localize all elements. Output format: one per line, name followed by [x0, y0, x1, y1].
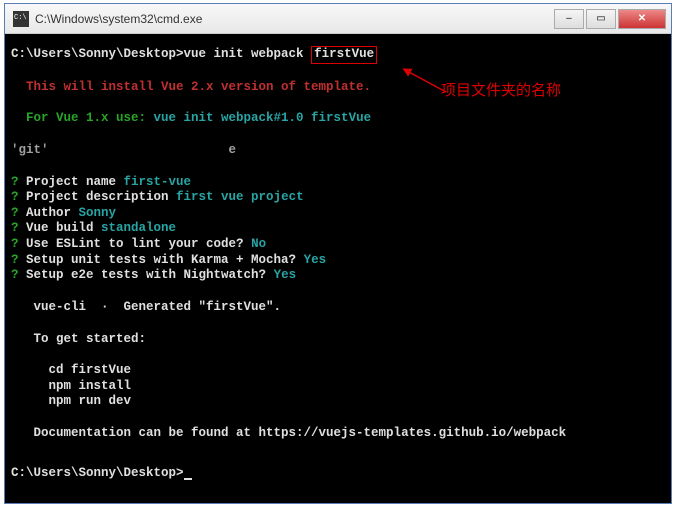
cmd-window: C:\Windows\system32\cmd.exe C:\Users\Son…: [4, 3, 672, 504]
minimize-button[interactable]: [554, 9, 584, 29]
maximize-button[interactable]: [586, 9, 616, 29]
cursor: [184, 478, 192, 480]
annotation-text: 项目文件夹的名称: [441, 82, 561, 101]
prompt-line-1: C:\Users\Sonny\Desktop>vue init webpack …: [11, 46, 665, 64]
window-controls: [554, 9, 671, 29]
titlebar[interactable]: C:\Windows\system32\cmd.exe: [5, 4, 671, 34]
npm-run-line: npm run dev: [11, 394, 665, 410]
q-author: ? Author Sonny: [11, 206, 665, 222]
git-line: 'git' е: [11, 143, 665, 159]
q-project-desc: ? Project description first vue project: [11, 190, 665, 206]
close-button[interactable]: [618, 9, 666, 29]
q-e2e-tests: ? Setup e2e tests with Nightwatch? Yes: [11, 268, 665, 284]
prompt-line-2: C:\Users\Sonny\Desktop>: [11, 466, 665, 482]
highlighted-arg: firstVue: [311, 46, 377, 64]
q-project-name: ? Project name first-vue: [11, 175, 665, 191]
q-eslint: ? Use ESLint to lint your code? No: [11, 237, 665, 253]
q-unit-tests: ? Setup unit tests with Karma + Mocha? Y…: [11, 253, 665, 269]
docs-line: Documentation can be found at https://vu…: [11, 426, 665, 442]
prompt-path: C:\Users\Sonny\Desktop>: [11, 47, 184, 61]
window-title: C:\Windows\system32\cmd.exe: [35, 12, 202, 26]
install-warning: This will install Vue 2.x version of tem…: [11, 80, 665, 96]
app-icon: [13, 11, 29, 27]
get-started-line: To get started:: [11, 332, 665, 348]
cd-line: cd firstVue: [11, 363, 665, 379]
generated-line: vue-cli · Generated "firstVue".: [11, 300, 665, 316]
npm-install-line: npm install: [11, 379, 665, 395]
prompt-cmd: vue init webpack: [184, 47, 312, 61]
vue1-hint: For Vue 1.x use: vue init webpack#1.0 fi…: [11, 111, 665, 127]
q-vue-build: ? Vue build standalone: [11, 221, 665, 237]
terminal-content[interactable]: C:\Users\Sonny\Desktop>vue init webpack …: [5, 34, 671, 503]
